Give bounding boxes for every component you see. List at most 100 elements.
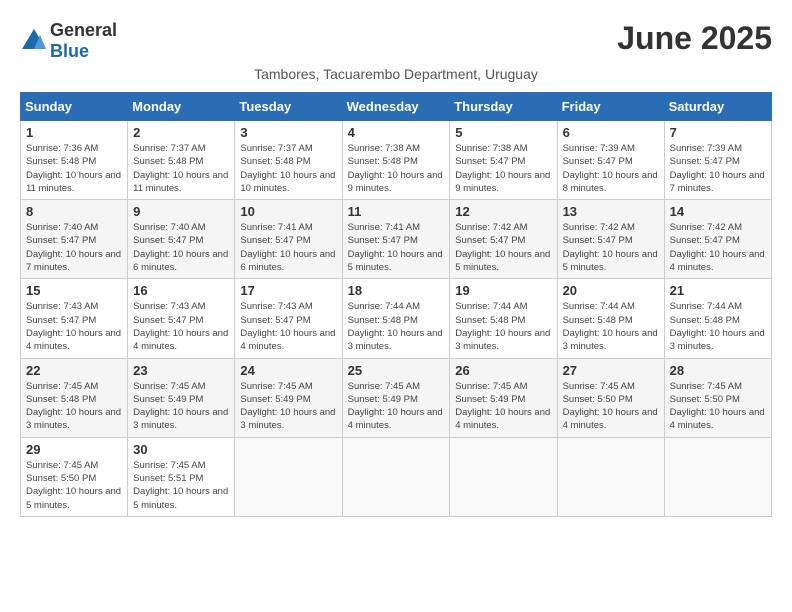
calendar-cell: 4 Sunrise: 7:38 AM Sunset: 5:48 PM Dayli… xyxy=(342,121,450,200)
day-number: 8 xyxy=(26,204,122,219)
calendar-cell: 5 Sunrise: 7:38 AM Sunset: 5:47 PM Dayli… xyxy=(450,121,557,200)
day-number: 13 xyxy=(563,204,659,219)
day-info: Sunrise: 7:38 AM Sunset: 5:48 PM Dayligh… xyxy=(348,142,445,195)
calendar-cell: 18 Sunrise: 7:44 AM Sunset: 5:48 PM Dayl… xyxy=(342,279,450,358)
calendar-cell: 16 Sunrise: 7:43 AM Sunset: 5:47 PM Dayl… xyxy=(128,279,235,358)
day-number: 24 xyxy=(240,363,336,378)
col-saturday: Saturday xyxy=(664,93,771,121)
day-number: 23 xyxy=(133,363,229,378)
day-info: Sunrise: 7:45 AM Sunset: 5:49 PM Dayligh… xyxy=(240,380,336,433)
day-number: 7 xyxy=(670,125,766,140)
calendar-cell xyxy=(557,437,664,516)
day-info: Sunrise: 7:41 AM Sunset: 5:47 PM Dayligh… xyxy=(240,221,336,274)
day-info: Sunrise: 7:45 AM Sunset: 5:50 PM Dayligh… xyxy=(563,380,659,433)
calendar-cell: 23 Sunrise: 7:45 AM Sunset: 5:49 PM Dayl… xyxy=(128,358,235,437)
page-wrapper: General Blue June 2025 Tambores, Tacuare… xyxy=(20,20,772,517)
day-number: 17 xyxy=(240,283,336,298)
day-info: Sunrise: 7:45 AM Sunset: 5:49 PM Dayligh… xyxy=(455,380,551,433)
calendar-cell: 21 Sunrise: 7:44 AM Sunset: 5:48 PM Dayl… xyxy=(664,279,771,358)
header: General Blue June 2025 xyxy=(20,20,772,62)
calendar-cell: 29 Sunrise: 7:45 AM Sunset: 5:50 PM Dayl… xyxy=(21,437,128,516)
day-number: 21 xyxy=(670,283,766,298)
day-info: Sunrise: 7:36 AM Sunset: 5:48 PM Dayligh… xyxy=(26,142,122,195)
calendar-cell: 10 Sunrise: 7:41 AM Sunset: 5:47 PM Dayl… xyxy=(235,200,342,279)
col-wednesday: Wednesday xyxy=(342,93,450,121)
calendar-cell: 1 Sunrise: 7:36 AM Sunset: 5:48 PM Dayli… xyxy=(21,121,128,200)
day-info: Sunrise: 7:39 AM Sunset: 5:47 PM Dayligh… xyxy=(563,142,659,195)
day-info: Sunrise: 7:44 AM Sunset: 5:48 PM Dayligh… xyxy=(670,300,766,353)
logo-icon xyxy=(20,27,48,55)
day-number: 16 xyxy=(133,283,229,298)
month-title: June 2025 xyxy=(617,20,772,57)
day-number: 14 xyxy=(670,204,766,219)
week-row-1: 1 Sunrise: 7:36 AM Sunset: 5:48 PM Dayli… xyxy=(21,121,772,200)
calendar-cell: 17 Sunrise: 7:43 AM Sunset: 5:47 PM Dayl… xyxy=(235,279,342,358)
day-info: Sunrise: 7:41 AM Sunset: 5:47 PM Dayligh… xyxy=(348,221,445,274)
day-info: Sunrise: 7:40 AM Sunset: 5:47 PM Dayligh… xyxy=(133,221,229,274)
day-number: 15 xyxy=(26,283,122,298)
calendar-cell: 2 Sunrise: 7:37 AM Sunset: 5:48 PM Dayli… xyxy=(128,121,235,200)
calendar-cell: 3 Sunrise: 7:37 AM Sunset: 5:48 PM Dayli… xyxy=(235,121,342,200)
col-thursday: Thursday xyxy=(450,93,557,121)
calendar-cell: 20 Sunrise: 7:44 AM Sunset: 5:48 PM Dayl… xyxy=(557,279,664,358)
day-number: 11 xyxy=(348,204,445,219)
calendar-cell xyxy=(342,437,450,516)
day-info: Sunrise: 7:37 AM Sunset: 5:48 PM Dayligh… xyxy=(240,142,336,195)
day-info: Sunrise: 7:42 AM Sunset: 5:47 PM Dayligh… xyxy=(563,221,659,274)
day-number: 26 xyxy=(455,363,551,378)
day-info: Sunrise: 7:45 AM Sunset: 5:50 PM Dayligh… xyxy=(26,459,122,512)
calendar-cell: 28 Sunrise: 7:45 AM Sunset: 5:50 PM Dayl… xyxy=(664,358,771,437)
calendar-cell: 22 Sunrise: 7:45 AM Sunset: 5:48 PM Dayl… xyxy=(21,358,128,437)
calendar-cell: 12 Sunrise: 7:42 AM Sunset: 5:47 PM Dayl… xyxy=(450,200,557,279)
day-info: Sunrise: 7:45 AM Sunset: 5:49 PM Dayligh… xyxy=(133,380,229,433)
day-number: 29 xyxy=(26,442,122,457)
day-number: 18 xyxy=(348,283,445,298)
day-info: Sunrise: 7:44 AM Sunset: 5:48 PM Dayligh… xyxy=(455,300,551,353)
calendar-cell: 13 Sunrise: 7:42 AM Sunset: 5:47 PM Dayl… xyxy=(557,200,664,279)
day-info: Sunrise: 7:42 AM Sunset: 5:47 PM Dayligh… xyxy=(670,221,766,274)
col-tuesday: Tuesday xyxy=(235,93,342,121)
calendar-cell: 19 Sunrise: 7:44 AM Sunset: 5:48 PM Dayl… xyxy=(450,279,557,358)
calendar-header-row: Sunday Monday Tuesday Wednesday Thursday… xyxy=(21,93,772,121)
day-info: Sunrise: 7:43 AM Sunset: 5:47 PM Dayligh… xyxy=(133,300,229,353)
day-info: Sunrise: 7:44 AM Sunset: 5:48 PM Dayligh… xyxy=(563,300,659,353)
day-number: 27 xyxy=(563,363,659,378)
day-info: Sunrise: 7:38 AM Sunset: 5:47 PM Dayligh… xyxy=(455,142,551,195)
calendar-cell: 25 Sunrise: 7:45 AM Sunset: 5:49 PM Dayl… xyxy=(342,358,450,437)
day-info: Sunrise: 7:45 AM Sunset: 5:50 PM Dayligh… xyxy=(670,380,766,433)
logo: General Blue xyxy=(20,20,117,62)
logo-general: General xyxy=(50,20,117,40)
calendar-cell: 30 Sunrise: 7:45 AM Sunset: 5:51 PM Dayl… xyxy=(128,437,235,516)
calendar-cell: 14 Sunrise: 7:42 AM Sunset: 5:47 PM Dayl… xyxy=(664,200,771,279)
day-number: 19 xyxy=(455,283,551,298)
calendar-cell: 8 Sunrise: 7:40 AM Sunset: 5:47 PM Dayli… xyxy=(21,200,128,279)
col-sunday: Sunday xyxy=(21,93,128,121)
calendar-cell: 24 Sunrise: 7:45 AM Sunset: 5:49 PM Dayl… xyxy=(235,358,342,437)
week-row-4: 22 Sunrise: 7:45 AM Sunset: 5:48 PM Dayl… xyxy=(21,358,772,437)
day-info: Sunrise: 7:43 AM Sunset: 5:47 PM Dayligh… xyxy=(240,300,336,353)
day-info: Sunrise: 7:44 AM Sunset: 5:48 PM Dayligh… xyxy=(348,300,445,353)
calendar-cell: 11 Sunrise: 7:41 AM Sunset: 5:47 PM Dayl… xyxy=(342,200,450,279)
day-number: 6 xyxy=(563,125,659,140)
day-number: 25 xyxy=(348,363,445,378)
day-info: Sunrise: 7:40 AM Sunset: 5:47 PM Dayligh… xyxy=(26,221,122,274)
calendar-cell: 27 Sunrise: 7:45 AM Sunset: 5:50 PM Dayl… xyxy=(557,358,664,437)
calendar-table: Sunday Monday Tuesday Wednesday Thursday… xyxy=(20,92,772,517)
col-friday: Friday xyxy=(557,93,664,121)
day-number: 2 xyxy=(133,125,229,140)
week-row-3: 15 Sunrise: 7:43 AM Sunset: 5:47 PM Dayl… xyxy=(21,279,772,358)
day-info: Sunrise: 7:45 AM Sunset: 5:51 PM Dayligh… xyxy=(133,459,229,512)
day-number: 22 xyxy=(26,363,122,378)
calendar-cell: 15 Sunrise: 7:43 AM Sunset: 5:47 PM Dayl… xyxy=(21,279,128,358)
day-info: Sunrise: 7:42 AM Sunset: 5:47 PM Dayligh… xyxy=(455,221,551,274)
day-info: Sunrise: 7:45 AM Sunset: 5:48 PM Dayligh… xyxy=(26,380,122,433)
day-number: 3 xyxy=(240,125,336,140)
calendar-cell xyxy=(664,437,771,516)
day-number: 10 xyxy=(240,204,336,219)
day-number: 1 xyxy=(26,125,122,140)
calendar-cell: 6 Sunrise: 7:39 AM Sunset: 5:47 PM Dayli… xyxy=(557,121,664,200)
day-number: 5 xyxy=(455,125,551,140)
calendar-cell: 26 Sunrise: 7:45 AM Sunset: 5:49 PM Dayl… xyxy=(450,358,557,437)
logo-text: General Blue xyxy=(50,20,117,62)
col-monday: Monday xyxy=(128,93,235,121)
